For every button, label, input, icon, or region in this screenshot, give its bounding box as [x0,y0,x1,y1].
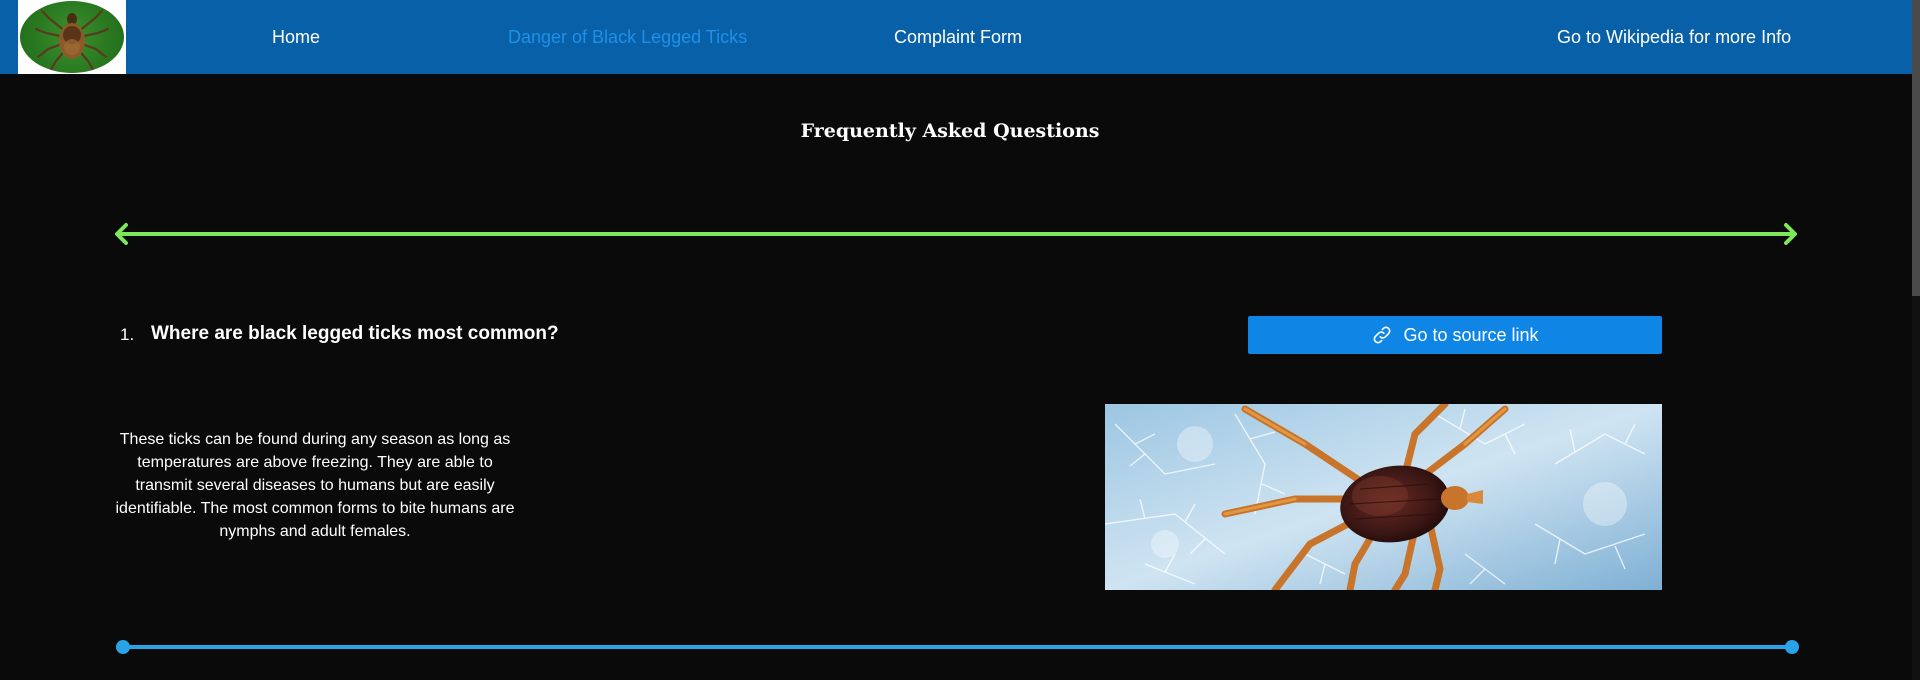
page-scrollbar[interactable] [1912,0,1920,680]
nav-complaint-form[interactable]: Complaint Form [894,0,1022,74]
scrollbar-thumb[interactable] [1912,0,1920,296]
tick-logo[interactable] [18,0,126,74]
go-to-source-link-button[interactable]: Go to source link [1248,316,1662,354]
faq-title: Frequently Asked Questions [800,120,1100,142]
nav-home[interactable]: Home [272,0,320,74]
tick-on-frost-image [1105,404,1662,590]
question-text: Where are black legged ticks most common… [151,323,559,344]
top-nav-bar: Home Danger of Black Legged Ticks Compla… [0,0,1920,74]
question-number: 1. [120,325,135,344]
link-icon [1371,324,1393,346]
blue-dot-divider [116,640,1799,654]
answer-paragraph: These ticks can be found during any seas… [115,431,515,540]
source-button-label: Go to source link [1403,324,1539,345]
nav-danger-of-black-legged-ticks[interactable]: Danger of Black Legged Ticks [508,0,747,74]
tick-logo-icon [20,1,124,73]
nav-wikipedia[interactable]: Go to Wikipedia for more Info [1557,0,1791,74]
green-arrow-divider [115,223,1797,245]
